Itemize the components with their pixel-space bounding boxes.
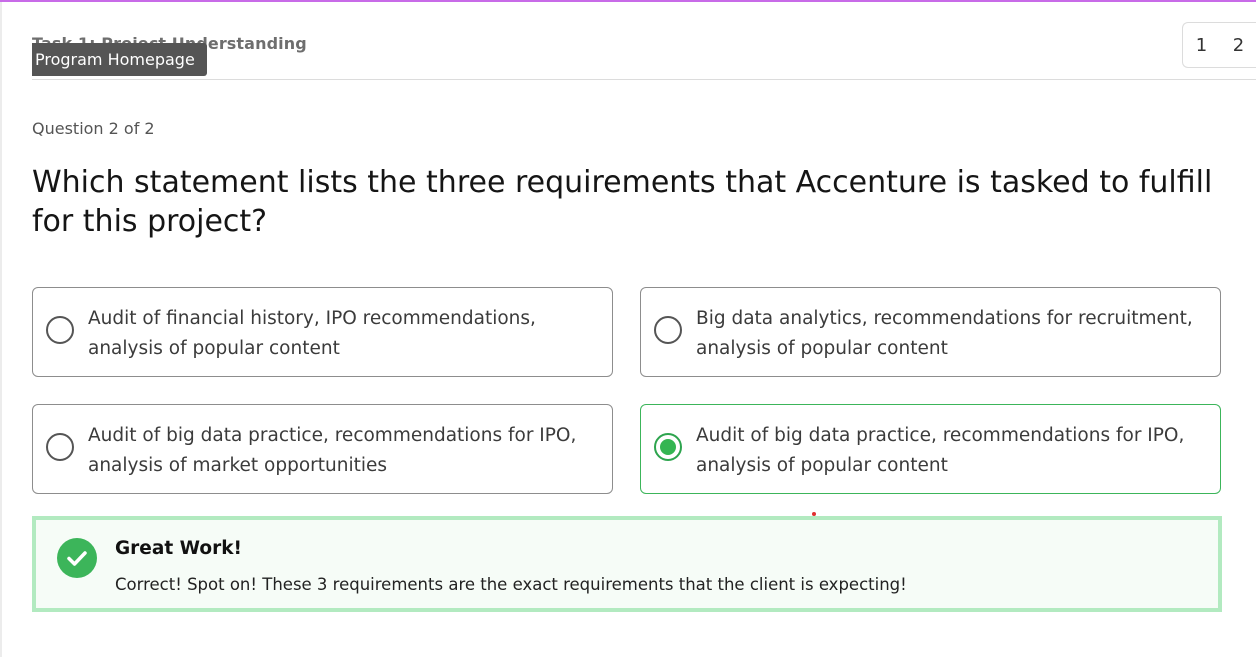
answer-option-1[interactable]: Audit of financial history, IPO recommen… [32, 287, 613, 377]
radio-button[interactable] [46, 433, 74, 461]
question-text: Which statement lists the three requirem… [32, 165, 1213, 239]
radio-selected-dot [660, 439, 676, 455]
answer-option-label: Audit of big data practice, recommendati… [696, 425, 1185, 476]
page-button-2[interactable]: 2 [1220, 35, 1256, 56]
left-divider [0, 2, 2, 657]
radio-button-selected[interactable] [654, 433, 682, 461]
feedback-title: Great Work! [115, 538, 242, 559]
answer-option-label: Audit of financial history, IPO recommen… [88, 308, 536, 359]
radio-button[interactable] [654, 316, 682, 344]
page-button-1[interactable]: 1 [1183, 35, 1220, 56]
radio-button[interactable] [46, 316, 74, 344]
checkmark-icon [57, 538, 97, 578]
program-homepage-tooltip: Program Homepage [32, 43, 207, 76]
feedback-panel: Great Work! Correct! Spot on! These 3 re… [32, 516, 1222, 612]
answer-option-4[interactable]: Audit of big data practice, recommendati… [640, 404, 1221, 494]
question-pager: 1 2 [1182, 22, 1256, 68]
answer-option-3[interactable]: Audit of big data practice, recommendati… [32, 404, 613, 494]
feedback-message: Correct! Spot on! These 3 requirements a… [115, 575, 907, 594]
answer-option-label: Big data analytics, recommendations for … [696, 308, 1193, 359]
question-counter: Question 2 of 2 [32, 119, 155, 138]
answer-option-2[interactable]: Big data analytics, recommendations for … [640, 287, 1221, 377]
header: Task 1: Project Understanding Program Ho… [32, 2, 1256, 80]
answer-option-label: Audit of big data practice, recommendati… [88, 425, 577, 476]
